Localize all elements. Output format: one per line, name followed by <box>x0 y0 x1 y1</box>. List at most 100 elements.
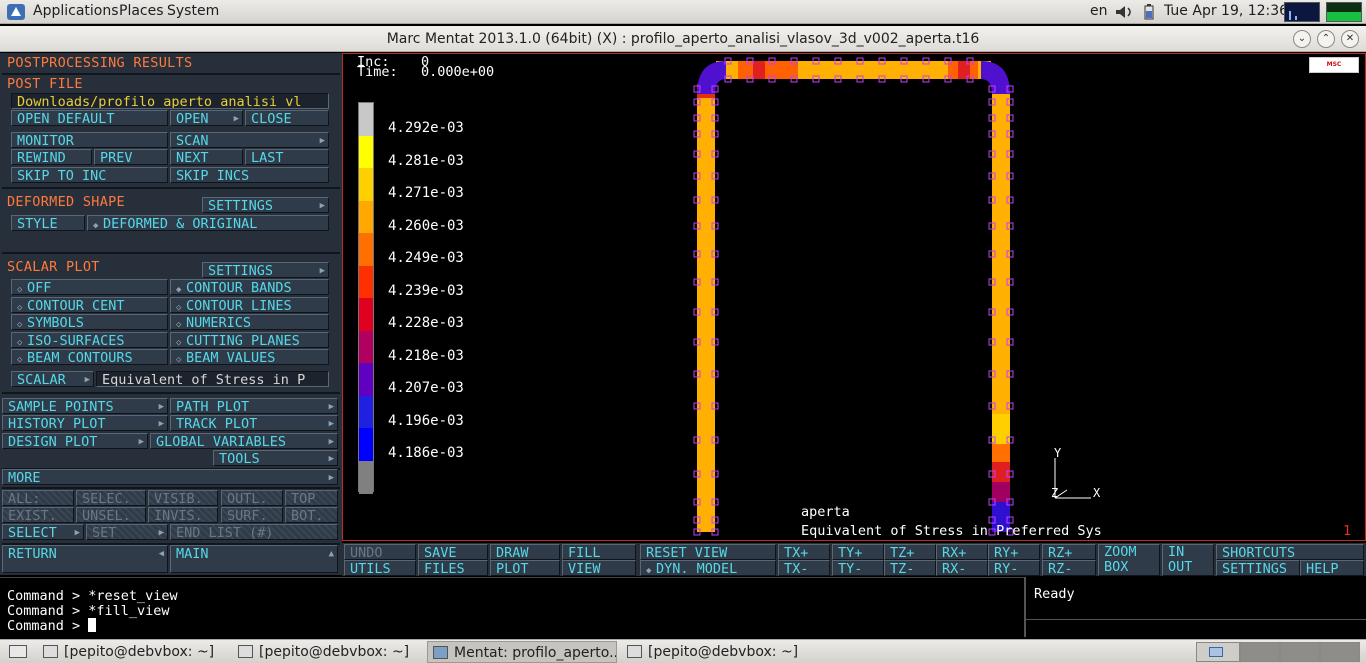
workspace-1-button[interactable] <box>1196 642 1240 662</box>
global-variables-button[interactable]: GLOBAL VARIABLES ▶ <box>150 433 338 449</box>
maximize-icon[interactable]: ⌃ <box>1317 30 1335 48</box>
fill-button[interactable]: FILL <box>562 544 636 560</box>
utils-button[interactable]: UTILS <box>344 560 416 576</box>
rx-plus-button[interactable]: RX+ <box>936 544 988 560</box>
cpu-monitor-icon[interactable] <box>1284 2 1320 22</box>
tx-plus-button[interactable]: TX+ <box>778 544 830 560</box>
tx-minus-button[interactable]: TX- <box>778 560 830 576</box>
scalar-select-button[interactable]: SCALAR ▶ <box>11 371 94 387</box>
view-button[interactable]: VIEW <box>562 560 636 576</box>
dyn-model-button[interactable]: ◆ DYN. MODEL <box>640 560 776 576</box>
scalar-settings-button[interactable]: SETTINGS ▶ <box>202 262 329 278</box>
system-menu[interactable]: System <box>167 3 219 19</box>
track-plot-button[interactable]: TRACK PLOT ▶ <box>170 415 338 431</box>
beam-contours-button[interactable]: ◇ BEAM CONTOURS <box>11 349 168 365</box>
rz-plus-button[interactable]: RZ+ <box>1042 544 1096 560</box>
debian-logo-icon[interactable] <box>6 3 26 21</box>
taskbar-item-terminal-1[interactable]: [pepito@debvbox: ~] <box>38 641 228 663</box>
select-outline-button[interactable]: OUTL. <box>221 490 283 506</box>
help-button[interactable]: HELP <box>1300 560 1364 576</box>
scan-button[interactable]: SCAN ▶ <box>170 132 329 148</box>
set-button[interactable]: SET ▶ <box>86 524 168 540</box>
shortcuts-button[interactable]: SHORTCUTS <box>1216 544 1364 560</box>
design-plot-button[interactable]: DESIGN PLOT ▶ <box>2 433 148 449</box>
rz-minus-button[interactable]: RZ- <box>1042 560 1096 576</box>
select-top-button[interactable]: TOP <box>285 490 338 506</box>
zoom-box-button[interactable]: ZOOM BOX <box>1098 544 1160 576</box>
select-visible-button[interactable]: VISIB. <box>148 490 218 506</box>
reset-view-button[interactable]: RESET VIEW <box>640 544 776 560</box>
places-menu[interactable]: Places <box>119 3 164 19</box>
history-plot-button[interactable]: HISTORY PLOT ▶ <box>2 415 168 431</box>
clock[interactable]: Tue Apr 19, 12:36 <box>1164 3 1288 19</box>
contour-lines-button[interactable]: ◇ CONTOUR LINES <box>170 297 329 313</box>
tz-plus-button[interactable]: TZ+ <box>884 544 936 560</box>
volume-icon[interactable] <box>1114 4 1136 20</box>
last-button[interactable]: LAST <box>245 149 329 165</box>
applications-menu[interactable]: Applications <box>33 3 119 19</box>
command-area[interactable]: Command > *reset_view Command > *fill_vi… <box>0 577 1024 637</box>
battery-icon[interactable] <box>1142 3 1156 21</box>
select-surface-button[interactable]: SURF. <box>221 507 283 523</box>
select-all-button[interactable]: ALL: <box>2 490 74 506</box>
select-exist-button[interactable]: EXIST. <box>2 507 74 523</box>
show-desktop-icon[interactable] <box>5 642 31 662</box>
beam-values-button[interactable]: ◇ BEAM VALUES <box>170 349 329 365</box>
tz-minus-button[interactable]: TZ- <box>884 560 936 576</box>
ty-minus-button[interactable]: TY- <box>832 560 884 576</box>
tools-button[interactable]: TOOLS ▶ <box>213 450 338 466</box>
rx-minus-button[interactable]: RX- <box>936 560 988 576</box>
contour-bands-button[interactable]: ◆ CONTOUR BANDS <box>170 279 329 295</box>
select-button[interactable]: SELECT ▶ <box>2 524 84 540</box>
zoom-in-out-button[interactable]: IN OUT <box>1162 544 1214 576</box>
more-button[interactable]: MORE ▶ <box>2 469 338 485</box>
sample-points-button[interactable]: SAMPLE POINTS ▶ <box>2 398 168 414</box>
workspace-4-button[interactable] <box>1320 642 1360 662</box>
cutting-planes-button[interactable]: ◇ CUTTING PLANES <box>170 332 329 348</box>
path-plot-button[interactable]: PATH PLOT ▶ <box>170 398 338 414</box>
keyboard-layout-indicator[interactable]: en <box>1090 3 1108 19</box>
model-view[interactable] <box>688 54 1018 540</box>
plot-button[interactable]: PLOT <box>490 560 560 576</box>
contour-cent-button[interactable]: ◇ CONTOUR CENT <box>11 297 168 313</box>
prev-button[interactable]: PREV <box>94 149 168 165</box>
ry-plus-button[interactable]: RY+ <box>988 544 1040 560</box>
workspace-2-button[interactable] <box>1240 642 1280 662</box>
iso-surfaces-button[interactable]: ◇ ISO-SURFACES <box>11 332 168 348</box>
skip-incs-button[interactable]: SKIP INCS <box>170 167 329 183</box>
workspace-3-button[interactable] <box>1280 642 1320 662</box>
rewind-button[interactable]: REWIND <box>11 149 92 165</box>
draw-button[interactable]: DRAW <box>490 544 560 560</box>
symbols-button[interactable]: ◇ SYMBOLS <box>11 314 168 330</box>
return-button[interactable]: RETURN ◀ <box>2 545 168 573</box>
command-input[interactable]: Command > <box>7 618 97 634</box>
memory-monitor-icon[interactable] <box>1326 2 1362 22</box>
minimize-icon[interactable]: ⌄ <box>1293 30 1311 48</box>
undo-button[interactable]: UNDO <box>344 544 416 560</box>
monitor-button[interactable]: MONITOR <box>11 132 168 148</box>
skip-to-inc-button[interactable]: SKIP TO INC <box>11 167 168 183</box>
next-button[interactable]: NEXT <box>170 149 243 165</box>
open-default-button[interactable]: OPEN DEFAULT <box>11 110 168 126</box>
main-button[interactable]: MAIN ▲ <box>170 545 338 573</box>
ry-minus-button[interactable]: RY- <box>988 560 1040 576</box>
scalar-off-button[interactable]: ◇ OFF <box>11 279 168 295</box>
select-invisible-button[interactable]: INVIS. <box>148 507 218 523</box>
save-button[interactable]: SAVE <box>418 544 488 560</box>
select-selected-button[interactable]: SELEC. <box>76 490 146 506</box>
select-unselected-button[interactable]: UNSEL. <box>76 507 146 523</box>
deformed-settings-button[interactable]: SETTINGS ▶ <box>202 197 329 213</box>
end-list-button[interactable]: END LIST (#) <box>170 524 338 540</box>
settings-button[interactable]: SETTINGS <box>1216 560 1300 576</box>
open-button[interactable]: OPEN ▶ <box>170 110 243 126</box>
close-button[interactable]: CLOSE <box>245 110 329 126</box>
taskbar-item-terminal-2[interactable]: [pepito@debvbox: ~] <box>233 641 423 663</box>
numerics-button[interactable]: ◇ NUMERICS <box>170 314 329 330</box>
style-deformed-original-button[interactable]: ◆ DEFORMED & ORIGINAL <box>87 215 329 231</box>
post-file-path[interactable]: Downloads/profilo_aperto_analisi_vl <box>11 93 329 109</box>
ty-plus-button[interactable]: TY+ <box>832 544 884 560</box>
select-bottom-button[interactable]: BOT. <box>285 507 338 523</box>
files-button[interactable]: FILES <box>418 560 488 576</box>
taskbar-item-terminal-3[interactable]: [pepito@debvbox: ~] <box>622 641 812 663</box>
graphics-viewport[interactable]: Inc: 0 Time: 0.000e+00 4.292e-03 4.281e-0… <box>342 53 1366 541</box>
